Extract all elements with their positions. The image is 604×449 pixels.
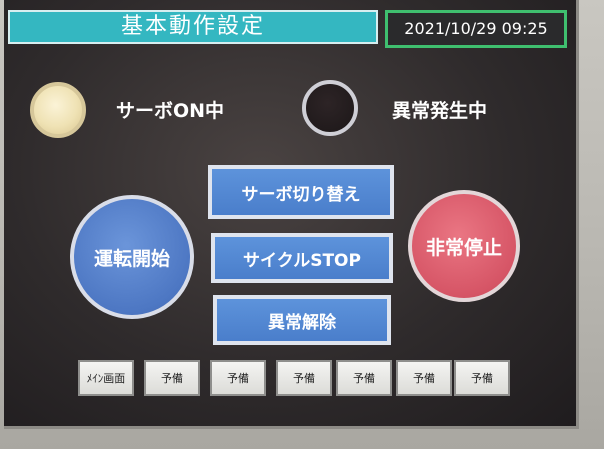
nav-button-spare-4[interactable]: 予備 (336, 360, 392, 396)
nav-button-spare-1[interactable]: 予備 (144, 360, 200, 396)
servo-toggle-button[interactable]: サーボ切り替え (208, 165, 394, 219)
error-reset-button[interactable]: 異常解除 (213, 295, 391, 345)
error-label: 異常発生中 (392, 100, 488, 122)
nav-button-spare-5[interactable]: 予備 (396, 360, 452, 396)
page-title: 基本動作設定 (8, 10, 378, 44)
emergency-stop-button[interactable]: 非常停止 (408, 190, 520, 302)
nav-button-spare-6[interactable]: 予備 (454, 360, 510, 396)
servo-toggle-label: サーボ切り替え (241, 184, 361, 205)
hmi-screen: 基本動作設定 2021/10/29 09:25 サーボON中 異常発生中 運転開… (4, 0, 579, 429)
error-lamp (302, 80, 358, 136)
start-operation-label: 運転開始 (93, 247, 170, 270)
error-reset-label: 異常解除 (268, 312, 336, 333)
start-operation-button[interactable]: 運転開始 (70, 195, 194, 319)
cycle-stop-button[interactable]: サイクルSTOP (211, 233, 393, 283)
nav-button-spare-3[interactable]: 予備 (276, 360, 332, 396)
datetime-display: 2021/10/29 09:25 (385, 10, 567, 48)
nav-button-main[interactable]: ﾒｲﾝ画面 (78, 360, 134, 396)
emergency-stop-label: 非常停止 (425, 236, 502, 259)
cycle-stop-label: サイクルSTOP (243, 250, 361, 271)
servo-on-label: サーボON中 (116, 100, 225, 122)
nav-button-spare-2[interactable]: 予備 (210, 360, 266, 396)
servo-on-lamp (30, 82, 86, 138)
